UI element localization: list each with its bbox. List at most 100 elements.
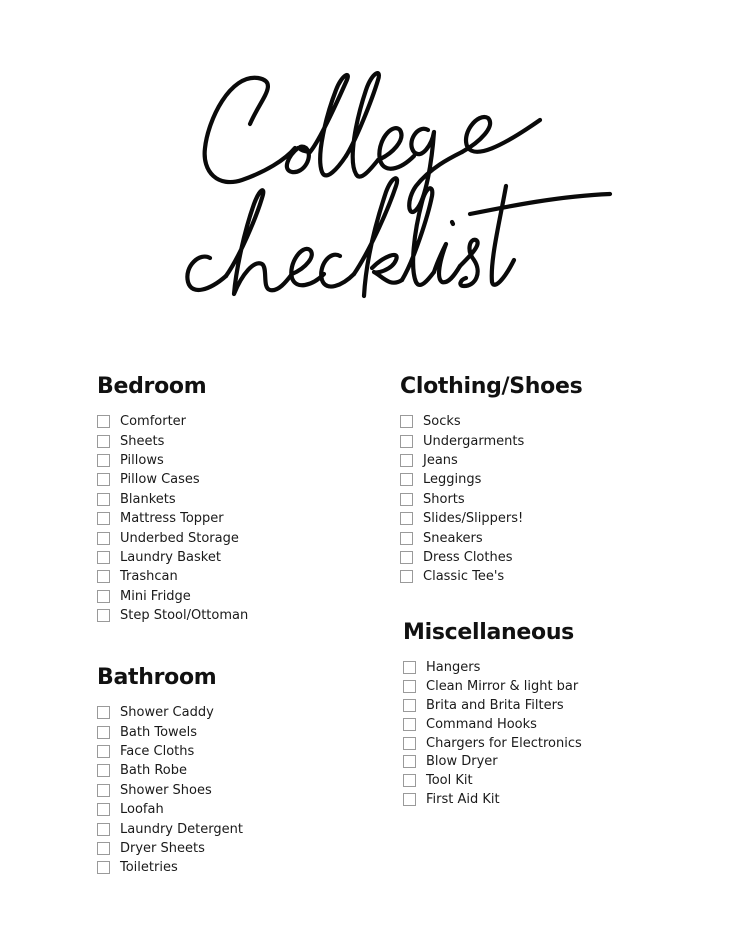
checklist-item[interactable]: Mattress Topper (97, 509, 248, 528)
checkbox[interactable] (403, 793, 416, 807)
checkbox[interactable] (97, 453, 110, 467)
checkbox[interactable] (400, 531, 413, 545)
checklist-item[interactable]: Sheets (97, 431, 248, 450)
checklist-item[interactable]: Brita and Brita Filters (403, 696, 582, 715)
checklist-item-label: Underbed Storage (120, 530, 239, 546)
checklist-item[interactable]: Toiletries (97, 858, 243, 877)
checklist-item[interactable]: Dryer Sheets (97, 839, 243, 858)
checkbox[interactable] (97, 822, 110, 836)
checkbox[interactable] (97, 570, 110, 584)
checklist-item-label: Brita and Brita Filters (426, 697, 564, 713)
checklist-item-label: Bath Robe (120, 763, 188, 779)
checklist-item[interactable]: Step Stool/Ottoman (97, 606, 248, 625)
section-heading-bedroom: Bedroom (97, 374, 207, 399)
checkbox[interactable] (400, 512, 413, 526)
checkbox[interactable] (403, 736, 416, 750)
checklist-item[interactable]: Chargers for Electronics (403, 734, 582, 753)
checklist-item[interactable]: Shower Shoes (97, 781, 243, 800)
checklist-item[interactable]: Pillows (97, 451, 248, 470)
checklist-item-label: Leggings (423, 472, 482, 488)
checklist-item[interactable]: Shower Caddy (97, 703, 243, 722)
checklist-item[interactable]: Loofah (97, 800, 243, 819)
checklist-item[interactable]: Slides/Slippers! (400, 509, 582, 528)
checkbox[interactable] (97, 512, 110, 526)
checkbox[interactable] (400, 492, 413, 506)
checklist-item[interactable]: Laundry Basket (97, 548, 248, 567)
checkbox[interactable] (403, 698, 416, 712)
checkbox[interactable] (403, 774, 416, 788)
checklist-item[interactable]: Comforter (97, 412, 248, 431)
checkbox[interactable] (403, 660, 416, 674)
checkbox[interactable] (97, 531, 110, 545)
checkbox[interactable] (403, 717, 416, 731)
checklist-item[interactable]: Command Hooks (403, 715, 582, 734)
checkbox[interactable] (97, 803, 110, 817)
checklist-bathroom: Shower Caddy Bath Towels Face Cloths Bath R… (97, 703, 243, 878)
checklist-item-label: Loofah (120, 802, 164, 818)
checkbox[interactable] (400, 434, 413, 448)
checklist-item[interactable]: Pillow Cases (97, 470, 248, 489)
checkbox[interactable] (97, 764, 110, 778)
checklist-item[interactable]: Leggings (400, 470, 582, 489)
checklist-item[interactable]: Clean Mirror & light bar (403, 677, 582, 696)
checklist-item[interactable]: Tool Kit (403, 771, 582, 790)
checklist-item[interactable]: Underbed Storage (97, 528, 248, 547)
title-letter-l2 (343, 71, 381, 179)
checklist-item[interactable]: Sneakers (400, 528, 582, 547)
checkbox[interactable] (97, 725, 110, 739)
checkbox[interactable] (400, 473, 413, 487)
section-clothing-shoes: Clothing/Shoes Socks Undergarments Jeans Le… (400, 374, 583, 587)
checklist-item[interactable]: Trashcan (97, 567, 248, 586)
checklist-item[interactable]: Bath Towels (97, 722, 243, 741)
checklist-item-label: Dryer Sheets (120, 840, 205, 856)
checklist-item-label: Slides/Slippers! (423, 511, 524, 527)
checkbox[interactable] (97, 609, 110, 623)
title-letter-e3 (289, 246, 327, 288)
checkbox[interactable] (403, 755, 416, 769)
checklist-item[interactable]: Blankets (97, 490, 248, 509)
checklist-item[interactable]: First Aid Kit (403, 790, 582, 809)
checklist-item[interactable]: Blow Dryer (403, 752, 582, 771)
title-letter-l3 (399, 186, 437, 287)
checklist-item[interactable]: Bath Robe (97, 761, 243, 780)
section-heading-miscellaneous: Miscellaneous (403, 620, 574, 645)
checkbox[interactable] (400, 453, 413, 467)
checkbox[interactable] (400, 570, 413, 584)
checkbox[interactable] (97, 473, 110, 487)
checkbox[interactable] (400, 550, 413, 564)
checklist-bedroom: Comforter Sheets Pillows Pillow Cases Blanke… (97, 412, 248, 625)
checkbox[interactable] (97, 550, 110, 564)
checklist-item[interactable]: Classic Tee's (400, 567, 582, 586)
title-letter-i (431, 241, 463, 285)
checkbox[interactable] (97, 744, 110, 758)
checkbox[interactable] (97, 706, 110, 720)
title-letter-s (457, 237, 480, 289)
checklist-item[interactable]: Mini Fridge (97, 587, 248, 606)
checkbox[interactable] (97, 589, 110, 603)
checklist-item-label: Toiletries (120, 860, 178, 876)
title-letter-l1 (307, 72, 350, 178)
checkbox[interactable] (400, 415, 413, 429)
title-letter-C (202, 75, 298, 185)
checkbox[interactable] (97, 415, 110, 429)
checklist-item[interactable]: Jeans (400, 451, 582, 470)
checkbox[interactable] (97, 841, 110, 855)
checklist-item-label: Jeans (423, 452, 458, 468)
checklist-item[interactable]: Hangers (403, 658, 582, 677)
checkbox[interactable] (97, 861, 110, 875)
checkbox[interactable] (97, 783, 110, 797)
checklist-item[interactable]: Socks (400, 412, 582, 431)
checklist-item[interactable]: Undergarments (400, 431, 582, 450)
checklist-item-label: Shower Shoes (120, 782, 212, 798)
checklist-item[interactable]: Shorts (400, 490, 582, 509)
checkbox[interactable] (403, 679, 416, 693)
checklist-item-label: Hangers (426, 659, 481, 675)
checklist-item-label: Socks (423, 414, 461, 430)
title-word-college (202, 71, 543, 214)
title-letter-c2 (319, 252, 357, 289)
checkbox[interactable] (97, 434, 110, 448)
checklist-item[interactable]: Face Cloths (97, 742, 243, 761)
checkbox[interactable] (97, 492, 110, 506)
checklist-item[interactable]: Laundry Detergent (97, 819, 243, 838)
checklist-item[interactable]: Dress Clothes (400, 548, 582, 567)
